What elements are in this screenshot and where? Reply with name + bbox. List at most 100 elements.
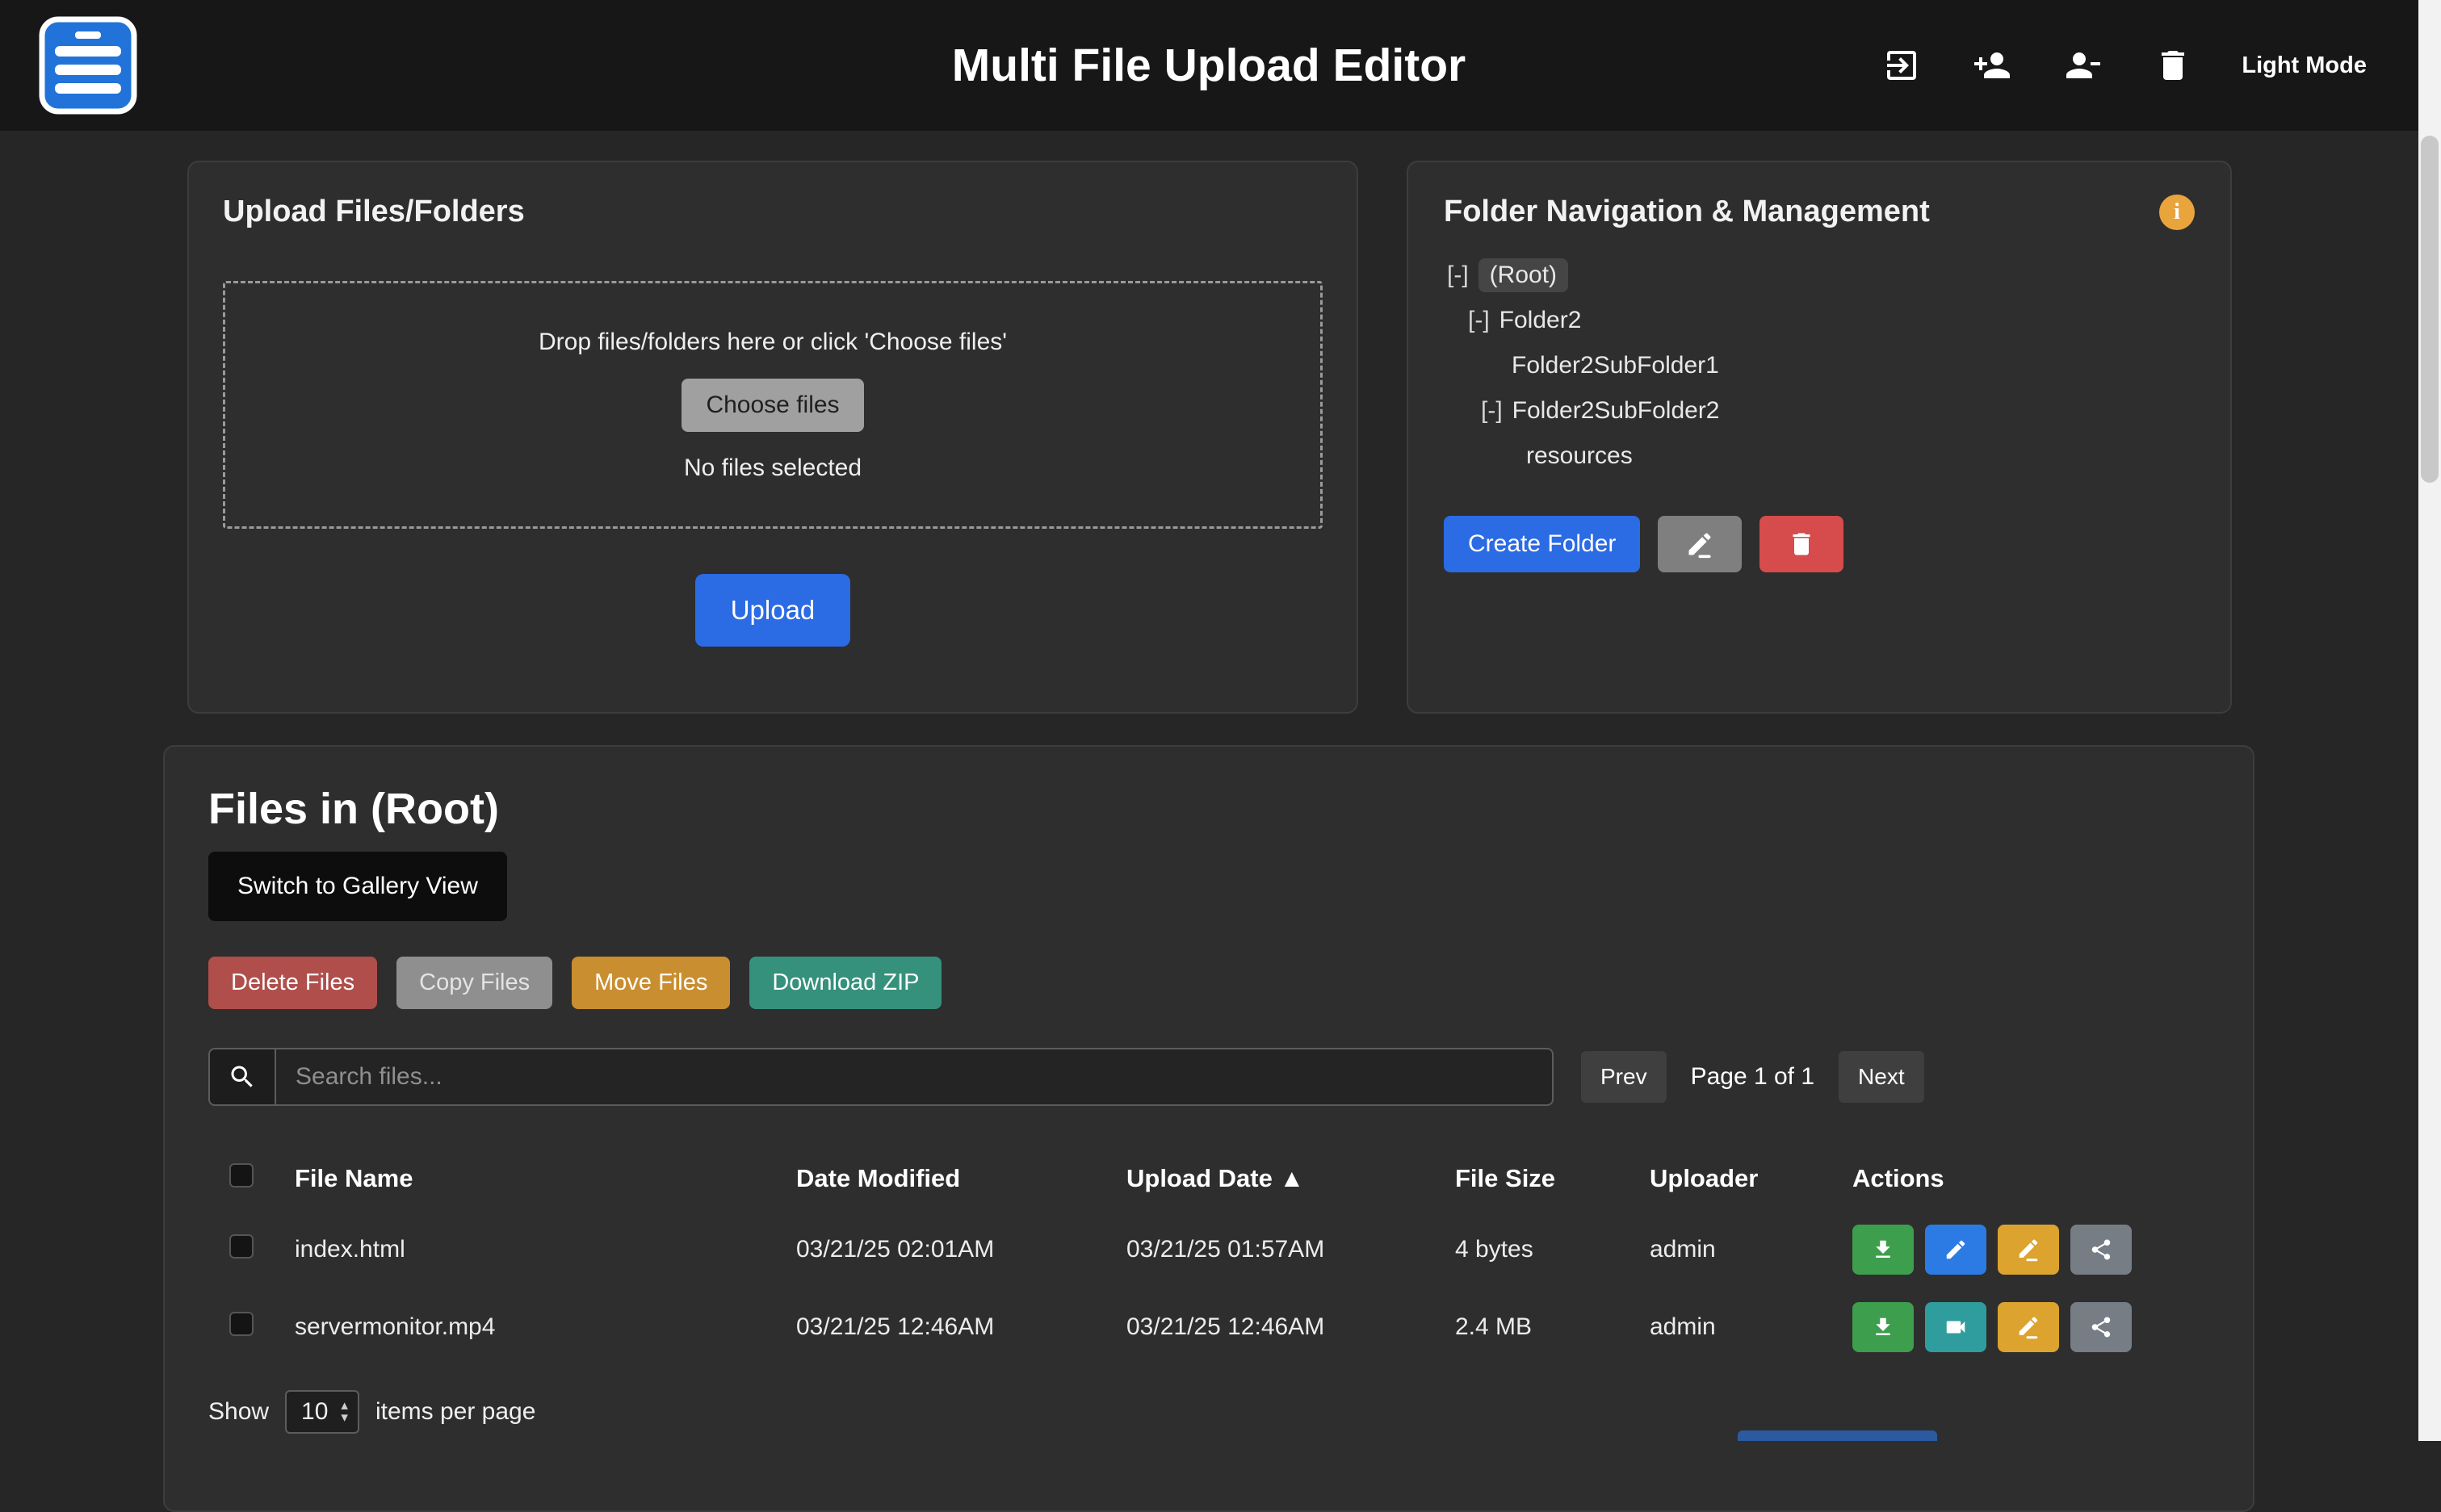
bulk-actions: Delete Files Copy Files Move Files Downl… [208,957,2209,1009]
per-page-row: Show 10 ▴▾ items per page [208,1390,2209,1434]
header-checkbox-cell [208,1163,295,1194]
file-dropzone[interactable]: Drop files/folders here or click 'Choose… [223,281,1323,529]
add-user-button[interactable] [1970,44,2014,87]
rename-file-button[interactable] [1998,1302,2059,1352]
pencil-underline-icon [1685,530,1714,559]
header-actions: Light Mode [1880,44,2367,87]
share-file-button[interactable] [2070,1302,2132,1352]
search-icon-box [208,1048,275,1106]
upload-panel: Upload Files/Folders Drop files/folders … [187,161,1358,714]
no-files-selected-text: No files selected [684,454,862,482]
next-page-button[interactable]: Next [1839,1051,1924,1103]
tree-item-folder2[interactable]: [-] Folder2 [1444,298,2195,343]
top-row: Upload Files/Folders Drop files/folders … [187,161,2441,714]
gallery-view-toggle[interactable]: Switch to Gallery View [208,852,507,921]
file-name: index.html [295,1236,796,1263]
pencil-underline-icon [2016,1315,2040,1339]
column-file-size[interactable]: File Size [1455,1164,1650,1193]
video-preview-button[interactable] [1925,1302,1986,1352]
prev-page-button[interactable]: Prev [1581,1051,1667,1103]
upload-button-row: Upload [223,574,1323,647]
app-title: Multi File Upload Editor [952,39,1466,92]
download-icon [1871,1238,1895,1262]
row-checkbox-cell [208,1312,295,1342]
row-actions [1852,1302,2209,1352]
files-table: File Name Date Modified Upload Date ▲ Fi… [208,1146,2209,1366]
trash-icon [1787,530,1816,559]
date-modified: 03/21/25 02:01AM [796,1236,1126,1263]
download-zip-button[interactable]: Download ZIP [749,957,942,1009]
person-add-icon [1973,46,2011,85]
app-header: Multi File Upload Editor Light Mode [0,0,2441,131]
file-size: 2.4 MB [1455,1313,1650,1341]
logout-icon [1882,46,1921,85]
trash-icon [2154,46,2192,85]
choose-files-button[interactable]: Choose files [682,379,863,432]
row-checkbox[interactable] [229,1312,254,1336]
tree-item-folder2subfolder1[interactable]: Folder2SubFolder1 [1444,343,2195,388]
files-panel-title: Files in (Root) [208,784,2209,834]
tree-label[interactable]: Folder2SubFolder1 [1512,352,1719,379]
tree-item-folder2subfolder2[interactable]: [-] Folder2SubFolder2 [1444,388,2195,433]
files-panel: Files in (Root) Switch to Gallery View D… [163,745,2254,1512]
upload-date: 03/21/25 12:46AM [1126,1313,1455,1341]
app-logo-icon [39,16,137,115]
create-folder-button[interactable]: Create Folder [1444,516,1640,572]
row-checkbox[interactable] [229,1234,254,1259]
tree-label[interactable]: resources [1526,442,1633,470]
table-header-row: File Name Date Modified Upload Date ▲ Fi… [208,1146,2209,1211]
tree-item-root[interactable]: [-] (Root) [1444,253,2195,298]
pencil-icon [1944,1238,1968,1262]
search-input[interactable] [275,1048,1554,1106]
items-per-page-value: 10 [301,1398,328,1426]
column-date-modified[interactable]: Date Modified [796,1164,1126,1193]
page-scrollbar[interactable] [2418,0,2441,1441]
spinner-arrows-icon: ▴▾ [341,1400,348,1424]
search-row: Prev Page 1 of 1 Next [208,1048,2209,1106]
download-file-button[interactable] [1852,1225,1914,1275]
light-mode-toggle[interactable]: Light Mode [2242,52,2367,79]
copy-files-button[interactable]: Copy Files [396,957,552,1009]
tree-toggle[interactable]: [-] [1481,397,1503,425]
tree-label[interactable]: Folder2SubFolder2 [1512,397,1720,425]
remove-user-button[interactable] [2061,44,2104,87]
page-status: Page 1 of 1 [1691,1063,1814,1091]
pencil-underline-icon [2016,1238,2040,1262]
person-remove-icon [2063,46,2102,85]
upload-button[interactable]: Upload [695,574,851,647]
tree-label[interactable]: (Root) [1478,258,1568,292]
uploader: admin [1650,1313,1852,1341]
download-icon [1871,1315,1895,1339]
column-upload-date[interactable]: Upload Date ▲ [1126,1164,1455,1193]
rename-file-button[interactable] [1998,1225,2059,1275]
column-actions: Actions [1852,1164,2209,1193]
delete-account-button[interactable] [2151,44,2195,87]
select-all-checkbox[interactable] [229,1163,254,1187]
column-uploader[interactable]: Uploader [1650,1164,1852,1193]
move-files-button[interactable]: Move Files [572,957,730,1009]
info-icon[interactable]: i [2159,195,2195,230]
partially-visible-element [1738,1430,1937,1441]
uploader: admin [1650,1236,1852,1263]
folder-panel-header: Folder Navigation & Management i [1444,195,2195,230]
column-file-name[interactable]: File Name [295,1164,796,1193]
tree-toggle[interactable]: [-] [1447,262,1469,289]
delete-folder-button[interactable] [1759,516,1843,572]
download-file-button[interactable] [1852,1302,1914,1352]
logout-button[interactable] [1880,44,1923,87]
items-per-page-select[interactable]: 10 ▴▾ [285,1390,359,1434]
rename-folder-button[interactable] [1658,516,1742,572]
edit-file-button[interactable] [1925,1225,1986,1275]
tree-label[interactable]: Folder2 [1499,307,1582,334]
scrollbar-thumb[interactable] [2421,136,2439,483]
folder-tree: [-] (Root) [-] Folder2 Folder2SubFolder1… [1444,253,2195,479]
folder-actions: Create Folder [1444,516,2195,572]
tree-toggle[interactable]: [-] [1468,307,1490,334]
share-file-button[interactable] [2070,1225,2132,1275]
search-icon [228,1062,257,1091]
row-actions [1852,1225,2209,1275]
tree-item-resources[interactable]: resources [1444,433,2195,479]
delete-files-button[interactable]: Delete Files [208,957,377,1009]
main-content: Upload Files/Folders Drop files/folders … [0,161,2441,1512]
show-label: Show [208,1398,269,1426]
